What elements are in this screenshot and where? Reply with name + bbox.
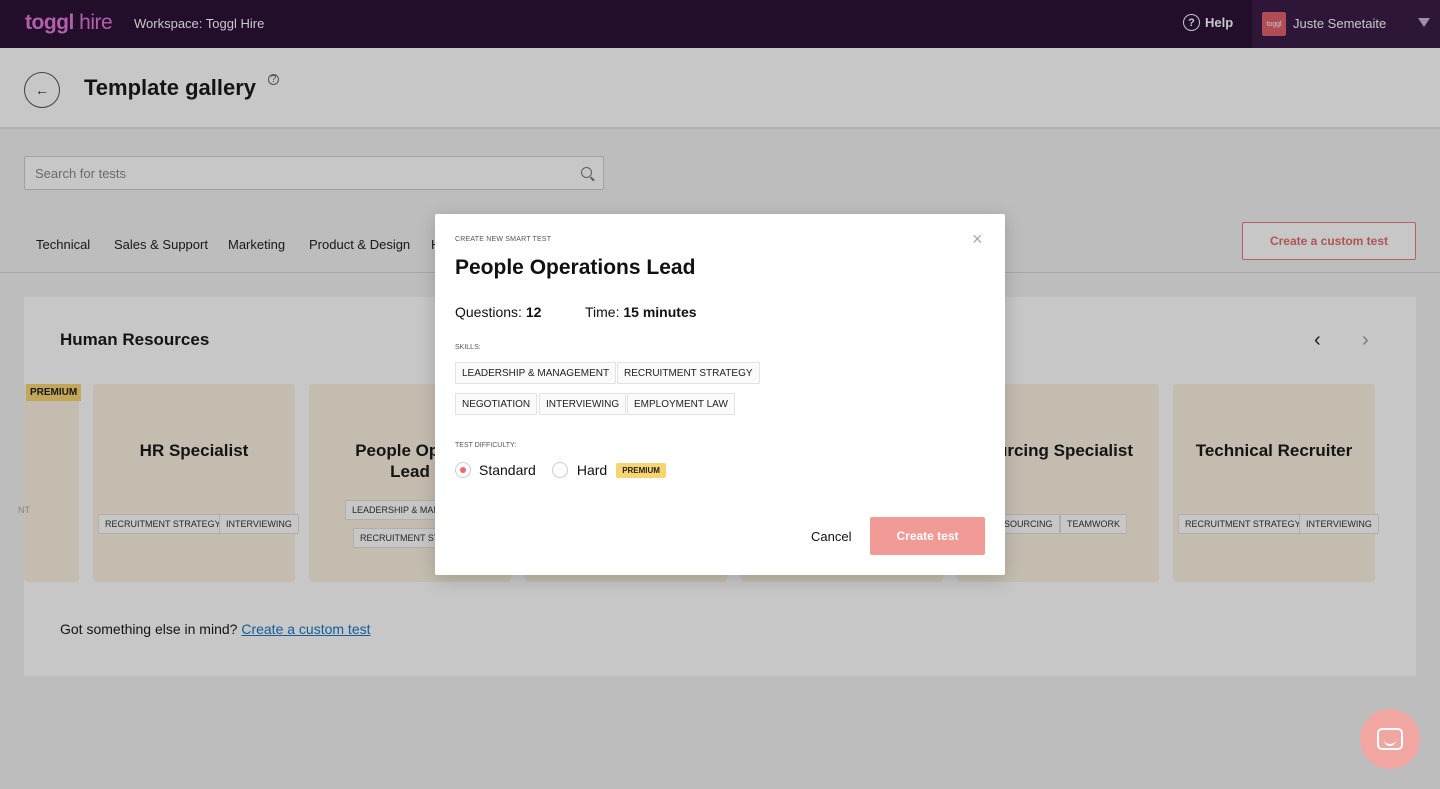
modal-eyebrow: CREATE NEW SMART TEST <box>455 236 552 243</box>
hard-label[interactable]: Hard <box>577 462 607 478</box>
skill-chip: RECRUITMENT STRATEGY <box>617 362 760 384</box>
chat-icon <box>1377 728 1403 750</box>
time-value: 15 minutes <box>623 304 697 320</box>
difficulty-label: TEST DIFFICULTY: <box>455 442 517 449</box>
skills-label: SKILLS: <box>455 344 481 351</box>
cancel-button[interactable]: Cancel <box>811 529 851 544</box>
premium-badge: PREMIUM <box>616 462 666 478</box>
skill-chip: INTERVIEWING <box>539 393 627 415</box>
create-test-modal: × CREATE NEW SMART TEST People Operation… <box>435 214 1005 575</box>
difficulty-options: Standard Hard PREMIUM <box>455 462 666 478</box>
skill-chip: EMPLOYMENT LAW <box>627 393 735 415</box>
questions-label: Questions: <box>455 304 522 320</box>
time-limit: Time: 15 minutes <box>585 304 697 320</box>
close-icon[interactable]: × <box>972 230 983 248</box>
skill-chip: LEADERSHIP & MANAGEMENT <box>455 362 617 384</box>
standard-label[interactable]: Standard <box>479 462 536 478</box>
modal-title: People Operations Lead <box>455 256 696 279</box>
questions-count: Questions: 12 <box>455 304 541 320</box>
questions-value: 12 <box>525 304 542 320</box>
standard-radio[interactable] <box>455 462 471 478</box>
skill-chip: NEGOTIATION <box>455 393 538 415</box>
create-test-button[interactable]: Create test <box>870 517 985 555</box>
time-label: Time: <box>585 304 620 320</box>
hard-radio[interactable] <box>551 462 568 478</box>
chat-support-button[interactable] <box>1360 709 1420 769</box>
